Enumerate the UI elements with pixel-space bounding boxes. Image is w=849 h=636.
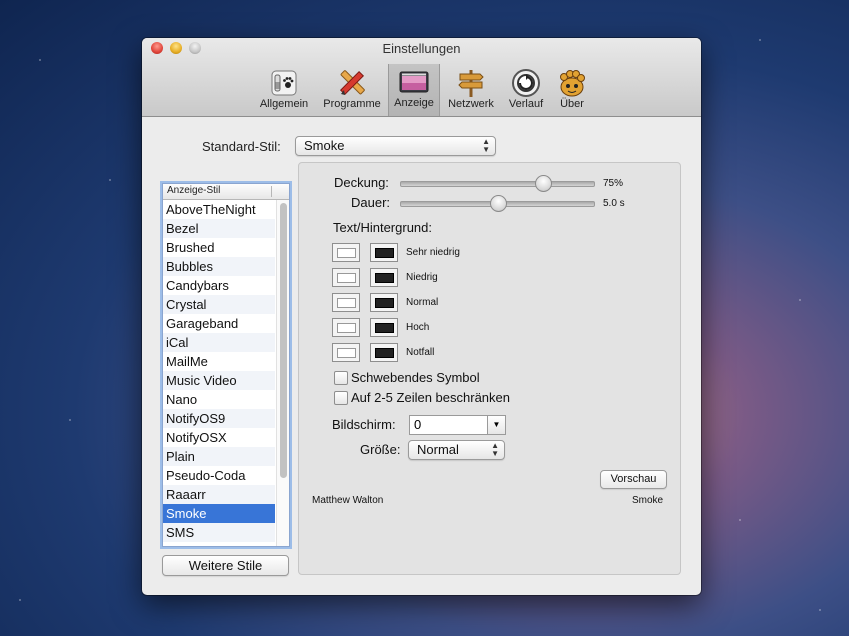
preferences-window: Einstellungen Allgemein Programme Anzeig… [142,38,701,595]
opacity-value: 75% [603,178,624,189]
list-item[interactable]: Bezel [163,219,275,238]
growl-paw-icon [560,70,585,97]
list-item[interactable]: NotifyOS9 [163,409,275,428]
background-color-swatch[interactable] [370,268,398,287]
size-label: Größe: [360,442,401,457]
text-color-swatch[interactable] [332,318,360,337]
screen-combobox[interactable]: 0 ▼ [409,415,506,435]
list-scrollbar[interactable] [276,200,289,546]
more-styles-button[interactable]: Weitere Stile [162,555,289,576]
tab-label: Anzeige [394,97,434,109]
list-item[interactable]: Bubbles [163,257,275,276]
pencil-ruler-icon [339,70,365,96]
floating-icon-label: Schwebendes Symbol [351,370,480,385]
list-item[interactable]: Pseudo-Coda [163,466,275,485]
window-title: Einstellungen [382,41,461,56]
size-value: Normal [417,442,459,457]
text-color-swatch[interactable] [332,343,360,362]
priority-label: Hoch [406,322,430,333]
list-item[interactable]: AboveTheNight [163,200,275,219]
list-item[interactable]: Crystal [163,295,275,314]
style-list[interactable]: Anzeige-Stil AboveTheNight Bezel Brushed… [162,183,290,547]
list-item[interactable]: Brushed [163,238,275,257]
priority-label: Notfall [406,347,435,358]
display-window-icon [399,71,429,93]
duration-value: 5.0 s [603,198,625,209]
background-color-swatch[interactable] [370,293,398,312]
tab-label: Programme [323,98,381,110]
list-item[interactable]: NotifyOSX [163,428,275,447]
list-item[interactable]: Garageband [163,314,275,333]
list-item[interactable]: Nano [163,390,275,409]
tab-anzeige[interactable]: Anzeige [388,64,440,116]
tab-label: Allgemein [259,98,309,110]
list-item[interactable]: MailMe [163,352,275,371]
priority-label: Normal [406,297,439,308]
switch-paw-icon [271,70,297,96]
signpost-icon [458,70,484,97]
chevron-down-icon[interactable]: ▼ [487,416,505,434]
background-color-swatch[interactable] [370,318,398,337]
background-color-swatch[interactable] [370,343,398,362]
floating-icon-checkbox[interactable] [334,371,348,385]
tab-label: Netzwerk [448,98,494,110]
size-popup[interactable]: Normal ▲ ▼ [408,440,505,460]
style-name: Smoke [632,495,664,506]
screen-value: 0 [414,417,422,432]
duration-label: Dauer: [351,195,391,210]
popup-arrows-icon: ▲ ▼ [482,137,490,154]
text-color-swatch[interactable] [332,243,360,262]
preview-button[interactable]: Vorschau [600,470,667,489]
priority-label: Sehr niedrig [406,247,460,258]
list-item[interactable]: Plain [163,447,275,466]
opacity-slider-knob[interactable] [535,175,552,192]
tab-netzwerk[interactable]: Netzwerk [442,65,500,113]
style-author: Matthew Walton [312,495,384,506]
list-item[interactable]: SMS [163,523,275,542]
tab-label: Über [560,98,584,110]
limit-lines-label: Auf 2-5 Zeilen beschränken [351,390,510,405]
opacity-label: Deckung: [334,175,389,190]
text-background-label: Text/Hintergrund: [333,220,432,235]
standard-style-label: Standard-Stil: [202,139,281,154]
background-color-swatch[interactable] [370,243,398,262]
list-header[interactable]: Anzeige-Stil [163,184,289,200]
standard-style-popup[interactable]: Smoke ▲ ▼ [295,136,496,156]
list-item[interactable]: Candybars [163,276,275,295]
limit-lines-checkbox[interactable] [334,391,348,405]
text-color-swatch[interactable] [332,268,360,287]
screen-label: Bildschirm: [332,417,396,432]
title-bar: Einstellungen Allgemein Programme Anzeig… [142,38,701,117]
tab-programme[interactable]: Programme [319,65,385,113]
popup-arrows-icon: ▲ ▼ [491,441,499,458]
text-color-swatch[interactable] [332,293,360,312]
list-item[interactable]: iCal [163,333,275,352]
duration-slider-knob[interactable] [490,195,507,212]
tab-label: Verlauf [508,98,544,110]
scrollbar-thumb[interactable] [280,203,287,478]
tab-allgemein[interactable]: Allgemein [254,65,314,113]
priority-label: Niedrig [406,272,438,283]
header-separator [271,186,272,197]
style-list-body: AboveTheNight Bezel Brushed Bubbles Cand… [163,200,275,542]
list-item[interactable]: Raaarr [163,485,275,504]
tab-ueber[interactable]: Über [552,65,592,113]
opacity-slider-track[interactable] [400,181,595,187]
tab-verlauf[interactable]: Verlauf [504,65,548,113]
standard-style-value: Smoke [304,138,345,153]
list-item[interactable]: Music Video [163,371,275,390]
list-item-selected[interactable]: Smoke [163,504,275,523]
history-clock-icon [512,69,540,97]
